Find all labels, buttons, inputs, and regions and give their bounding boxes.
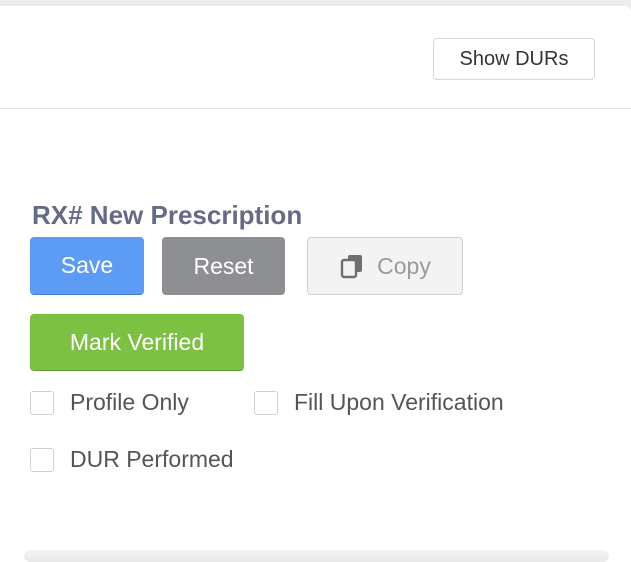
fill-upon-verification-option[interactable]: Fill Upon Verification bbox=[254, 389, 504, 416]
profile-only-label: Profile Only bbox=[70, 389, 189, 415]
dur-performed-label: DUR Performed bbox=[70, 446, 234, 472]
copy-button-label: Copy bbox=[377, 252, 431, 279]
lower-card-shadow bbox=[24, 550, 609, 562]
copy-button[interactable]: Copy bbox=[307, 237, 463, 295]
show-durs-button[interactable]: Show DURs bbox=[433, 38, 595, 80]
panel-header: Show DURs bbox=[0, 6, 631, 109]
page-title: RX# New Prescription bbox=[32, 200, 303, 230]
mark-verified-button[interactable]: Mark Verified bbox=[30, 314, 244, 371]
dur-performed-checkbox[interactable] bbox=[30, 447, 54, 472]
copy-icon bbox=[340, 255, 363, 279]
save-button[interactable]: Save bbox=[30, 237, 144, 295]
reset-button[interactable]: Reset bbox=[162, 237, 285, 295]
prescription-panel: Show DURs RX# New Prescription Save Rese… bbox=[0, 6, 631, 562]
dur-performed-option[interactable]: DUR Performed bbox=[30, 446, 234, 473]
profile-only-checkbox[interactable] bbox=[30, 390, 54, 415]
fill-upon-verification-label: Fill Upon Verification bbox=[294, 389, 504, 415]
profile-only-option[interactable]: Profile Only bbox=[30, 389, 189, 416]
fill-upon-verification-checkbox[interactable] bbox=[254, 390, 278, 415]
